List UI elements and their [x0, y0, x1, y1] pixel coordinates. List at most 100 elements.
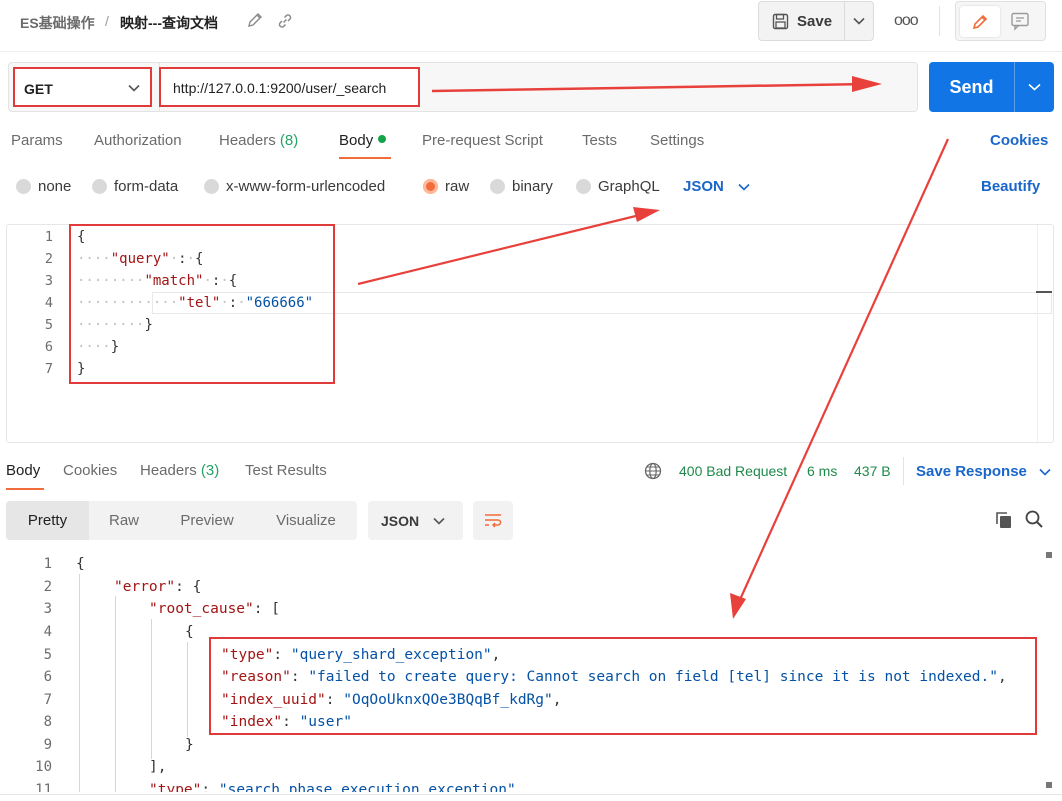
tab-settings[interactable]: Settings [650, 132, 704, 149]
radio-circle-selected [423, 179, 438, 194]
request-name[interactable]: 映射---查询文档 [120, 13, 218, 33]
http-method-value: GET [24, 81, 53, 97]
response-tab-body[interactable]: Body [6, 462, 40, 479]
request-header: ES基础操作 / 映射---查询文档 Save ooo [0, 0, 1062, 52]
radio-circle [16, 179, 31, 194]
response-tab-test-results[interactable]: Test Results [245, 462, 327, 479]
tab-params[interactable]: Params [11, 132, 63, 149]
copy-icon[interactable] [994, 510, 1014, 530]
tab-label: Headers [140, 462, 197, 479]
radio-circle [92, 179, 107, 194]
scrollbar-marker [1036, 291, 1052, 293]
view-raw[interactable]: Raw [89, 501, 159, 540]
search-icon[interactable] [1024, 509, 1044, 529]
response-size[interactable]: 437 B [854, 463, 891, 479]
response-divider [903, 457, 904, 485]
beautify-link[interactable]: Beautify [981, 178, 1040, 195]
radio-none[interactable]: none [16, 178, 71, 195]
send-button[interactable]: Send [929, 62, 1015, 112]
code-line: ], [149, 759, 167, 775]
url-input[interactable]: http://127.0.0.1:9200/user/_search [159, 67, 420, 107]
breadcrumb-collection[interactable]: ES基础操作 [20, 13, 95, 33]
save-response-button[interactable]: Save Response [916, 463, 1051, 480]
response-format-select[interactable]: JSON [368, 501, 463, 540]
radio-label: form-data [114, 178, 179, 195]
line-number: 10 [35, 759, 52, 775]
body-format-select[interactable]: JSON [683, 178, 750, 195]
line-number: 2 [43, 579, 52, 595]
line-number: 5 [44, 317, 53, 333]
radio-label: raw [445, 178, 470, 195]
tab-label: Test Results [245, 462, 327, 479]
wrap-lines-button[interactable] [473, 501, 513, 540]
wrap-text-icon [485, 513, 502, 528]
documentation-edit-toggle[interactable] [960, 6, 1000, 37]
tab-label: Authorization [94, 132, 182, 149]
tab-label: Body [339, 132, 374, 149]
chevron-down-icon [1028, 83, 1041, 91]
line-number: 4 [43, 624, 52, 640]
send-options-dropdown[interactable] [1015, 62, 1054, 112]
line-number: 2 [44, 251, 53, 267]
pencil-icon [972, 14, 988, 29]
response-scrollbar[interactable] [1046, 552, 1052, 792]
code-line: { [76, 556, 85, 572]
header-divider [939, 6, 940, 36]
line-number: 9 [43, 737, 52, 753]
response-view-selector: Pretty Raw Preview Visualize [6, 501, 357, 540]
radio-binary[interactable]: binary [490, 178, 553, 195]
code-line: "type": "search_phase_execution_exceptio… [149, 782, 516, 792]
annotation-box-request-body [69, 224, 335, 384]
save-label: Save [797, 12, 833, 30]
tab-tests[interactable]: Tests [582, 132, 617, 149]
save-response-label: Save Response [916, 463, 1027, 480]
radio-circle [490, 179, 505, 194]
view-visualize[interactable]: Visualize [255, 501, 357, 540]
radio-raw[interactable]: raw [423, 178, 469, 195]
right-sidebar-toggle [955, 1, 1046, 41]
active-response-tab-underline [6, 488, 44, 490]
tab-body[interactable]: Body [339, 132, 387, 149]
edit-pencil-icon[interactable] [246, 12, 264, 30]
response-time[interactable]: 6 ms [807, 463, 837, 479]
line-number: 4 [44, 295, 53, 311]
tab-label: Settings [650, 132, 705, 149]
indent-guide [115, 596, 116, 792]
chevron-down-icon [738, 183, 750, 191]
response-status[interactable]: 400 Bad Request [679, 463, 787, 479]
comments-icon[interactable] [1010, 11, 1030, 31]
http-method-select[interactable]: GET [13, 67, 152, 107]
url-bar: GET http://127.0.0.1:9200/user/_search [8, 62, 918, 112]
globe-icon[interactable] [644, 462, 662, 480]
line-number: 8 [43, 714, 52, 730]
save-button-group: Save [758, 1, 874, 41]
body-indicator-dot [378, 135, 387, 143]
line-number: 1 [43, 556, 52, 572]
radio-circle [204, 179, 219, 194]
more-actions-icon[interactable]: ooo [894, 12, 919, 30]
save-options-dropdown[interactable] [845, 2, 873, 40]
active-tab-underline [339, 157, 391, 159]
indent-guide [79, 574, 80, 792]
cookies-link[interactable]: Cookies [990, 132, 1048, 149]
response-format-value: JSON [381, 512, 420, 529]
code-line: "root_cause": [ [149, 601, 280, 617]
tab-pre-request-script[interactable]: Pre-request Script [422, 132, 543, 149]
response-tab-headers[interactable]: Headers (3) [140, 462, 219, 479]
view-pretty[interactable]: Pretty [6, 501, 89, 540]
tab-headers[interactable]: Headers (8) [219, 132, 298, 149]
radio-x-www-form-urlencoded[interactable]: x-www-form-urlencoded [204, 178, 385, 195]
tab-count: (8) [279, 132, 299, 149]
radio-graphql[interactable]: GraphQL [576, 178, 660, 195]
radio-form-data[interactable]: form-data [92, 178, 178, 195]
editor-scrollbar[interactable] [1037, 225, 1053, 442]
save-button[interactable]: Save [759, 2, 845, 40]
view-preview[interactable]: Preview [159, 501, 255, 540]
tab-authorization[interactable]: Authorization [94, 132, 182, 149]
line-number: 6 [44, 339, 53, 355]
response-tab-cookies[interactable]: Cookies [63, 462, 117, 479]
radio-circle [576, 179, 591, 194]
line-number: 3 [43, 601, 52, 617]
link-icon[interactable] [276, 12, 294, 30]
code-line: "error": { [114, 579, 202, 595]
